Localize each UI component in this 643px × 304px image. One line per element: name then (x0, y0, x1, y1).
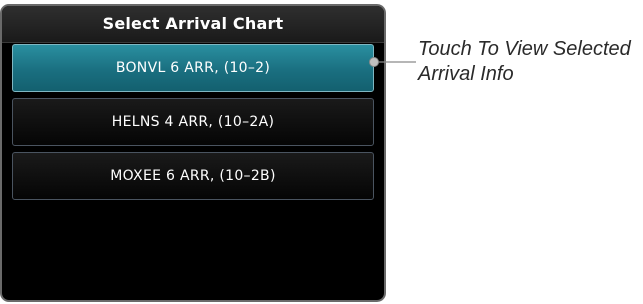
select-arrival-chart-dialog: Select Arrival Chart BONVL 6 ARR, (10–2)… (0, 4, 386, 302)
arrival-item-moxee[interactable]: MOXEE 6 ARR, (10–2B) (12, 152, 374, 200)
dialog-title: Select Arrival Chart (2, 6, 384, 43)
arrival-item-helns[interactable]: HELNS 4 ARR, (10–2A) (12, 98, 374, 146)
callout-leader-line (369, 57, 416, 67)
callout-line-1: Touch To View Selected (418, 38, 631, 60)
arrival-item-label: MOXEE 6 ARR, (10–2B) (110, 168, 276, 184)
arrival-item-label: BONVL 6 ARR, (10–2) (115, 60, 271, 76)
callout-line-2: Arrival Info (418, 63, 514, 85)
arrival-item-bonvl[interactable]: BONVL 6 ARR, (10–2) (12, 44, 374, 92)
arrival-list: BONVL 6 ARR, (10–2) HELNS 4 ARR, (10–2A)… (12, 44, 374, 206)
arrival-item-label: HELNS 4 ARR, (10–2A) (111, 114, 275, 130)
callout-annotation: Touch To View Selected Arrival Info (418, 37, 643, 87)
